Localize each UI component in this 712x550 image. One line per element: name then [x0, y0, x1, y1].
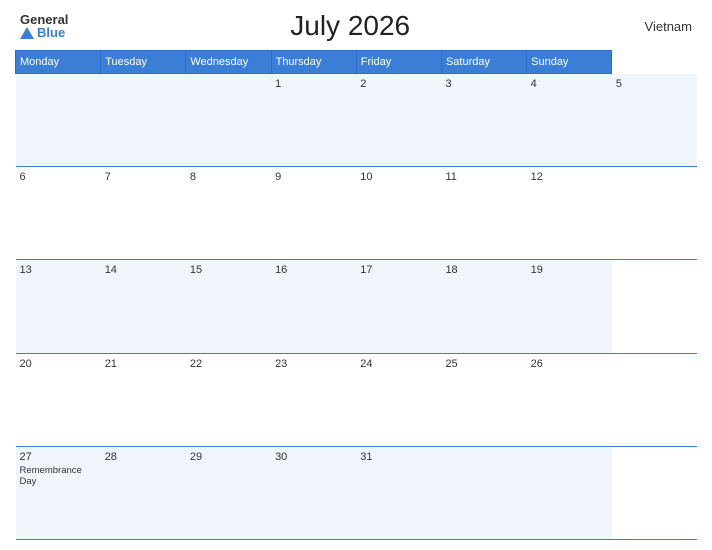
- day-number: 17: [360, 264, 437, 276]
- day-number: 9: [275, 171, 352, 183]
- calendar-cell: 13: [16, 260, 101, 353]
- logo-triangle-icon: [20, 27, 34, 39]
- calendar-week-row: 27 Remembrance Day 28 29 30 31: [16, 446, 698, 539]
- calendar-cell: 20: [16, 353, 101, 446]
- col-wednesday: Wednesday: [186, 51, 271, 74]
- day-number: 25: [445, 358, 522, 370]
- calendar-cell: 29: [186, 446, 271, 539]
- calendar-cell: 19: [527, 260, 612, 353]
- day-number: 10: [360, 171, 437, 183]
- day-number: 31: [360, 451, 437, 463]
- calendar-cell: 22: [186, 353, 271, 446]
- calendar-cell: 12: [527, 167, 612, 260]
- day-number: 18: [445, 264, 522, 276]
- col-thursday: Thursday: [271, 51, 356, 74]
- calendar-cell: 27 Remembrance Day: [16, 446, 101, 539]
- calendar-cell: 23: [271, 353, 356, 446]
- col-monday: Monday: [16, 51, 101, 74]
- calendar-cell: 18: [441, 260, 526, 353]
- col-friday: Friday: [356, 51, 441, 74]
- logo: General Blue: [20, 13, 68, 39]
- calendar-header-row: Monday Tuesday Wednesday Thursday Friday…: [16, 51, 698, 74]
- calendar-week-row: 12345: [16, 74, 698, 167]
- calendar-table: Monday Tuesday Wednesday Thursday Friday…: [15, 50, 697, 540]
- calendar-cell: 28: [101, 446, 186, 539]
- day-number: 8: [190, 171, 267, 183]
- day-event: Remembrance Day: [20, 465, 97, 487]
- calendar-cell: 10: [356, 167, 441, 260]
- calendar-cell: [101, 74, 186, 167]
- day-number: 15: [190, 264, 267, 276]
- day-number: 29: [190, 451, 267, 463]
- day-number: 11: [445, 171, 522, 183]
- day-number: 3: [445, 78, 522, 90]
- day-number: 4: [531, 78, 608, 90]
- calendar-cell: 4: [527, 74, 612, 167]
- calendar-cell: 30: [271, 446, 356, 539]
- day-number: 21: [105, 358, 182, 370]
- day-number: 27: [20, 451, 97, 463]
- calendar-cell: [16, 74, 101, 167]
- day-number: 23: [275, 358, 352, 370]
- calendar-cell: 25: [441, 353, 526, 446]
- calendar-cell: 8: [186, 167, 271, 260]
- calendar-cell: 31: [356, 446, 441, 539]
- day-number: 12: [531, 171, 608, 183]
- calendar-cell: 3: [441, 74, 526, 167]
- country-label: Vietnam: [632, 19, 692, 34]
- calendar-cell: 2: [356, 74, 441, 167]
- day-number: 13: [20, 264, 97, 276]
- day-number: 20: [20, 358, 97, 370]
- col-sunday: Sunday: [527, 51, 612, 74]
- calendar-cell: [527, 446, 612, 539]
- col-tuesday: Tuesday: [101, 51, 186, 74]
- calendar-week-row: 13 14 15 16 17 18 19: [16, 260, 698, 353]
- page-title: July 2026: [68, 10, 632, 42]
- day-number: 30: [275, 451, 352, 463]
- day-number: 19: [531, 264, 608, 276]
- calendar-cell: 26: [527, 353, 612, 446]
- calendar-cell: 17: [356, 260, 441, 353]
- day-number: 16: [275, 264, 352, 276]
- calendar-week-row: 20 21 22 23 24 25 26: [16, 353, 698, 446]
- day-number: 2: [360, 78, 437, 90]
- day-number: 5: [616, 78, 693, 90]
- day-number: 24: [360, 358, 437, 370]
- calendar-cell: 7: [101, 167, 186, 260]
- day-number: 26: [531, 358, 608, 370]
- calendar-cell: [441, 446, 526, 539]
- logo-blue-text: Blue: [20, 26, 65, 39]
- page-header: General Blue July 2026 Vietnam: [15, 10, 697, 42]
- calendar-cell: 24: [356, 353, 441, 446]
- day-number: 6: [20, 171, 97, 183]
- calendar-cell: 16: [271, 260, 356, 353]
- calendar-cell: 15: [186, 260, 271, 353]
- calendar-cell: [186, 74, 271, 167]
- calendar-cell: 1: [271, 74, 356, 167]
- col-saturday: Saturday: [441, 51, 526, 74]
- calendar-cell: 11: [441, 167, 526, 260]
- day-number: 7: [105, 171, 182, 183]
- calendar-cell: 5: [612, 74, 697, 167]
- day-number: 22: [190, 358, 267, 370]
- calendar-week-row: 6789 10 11 12: [16, 167, 698, 260]
- day-number: 1: [275, 78, 352, 90]
- calendar-cell: 9: [271, 167, 356, 260]
- day-number: 28: [105, 451, 182, 463]
- calendar-page: General Blue July 2026 Vietnam Monday Tu…: [0, 0, 712, 550]
- calendar-cell: 21: [101, 353, 186, 446]
- calendar-cell: 14: [101, 260, 186, 353]
- day-number: 14: [105, 264, 182, 276]
- calendar-cell: 6: [16, 167, 101, 260]
